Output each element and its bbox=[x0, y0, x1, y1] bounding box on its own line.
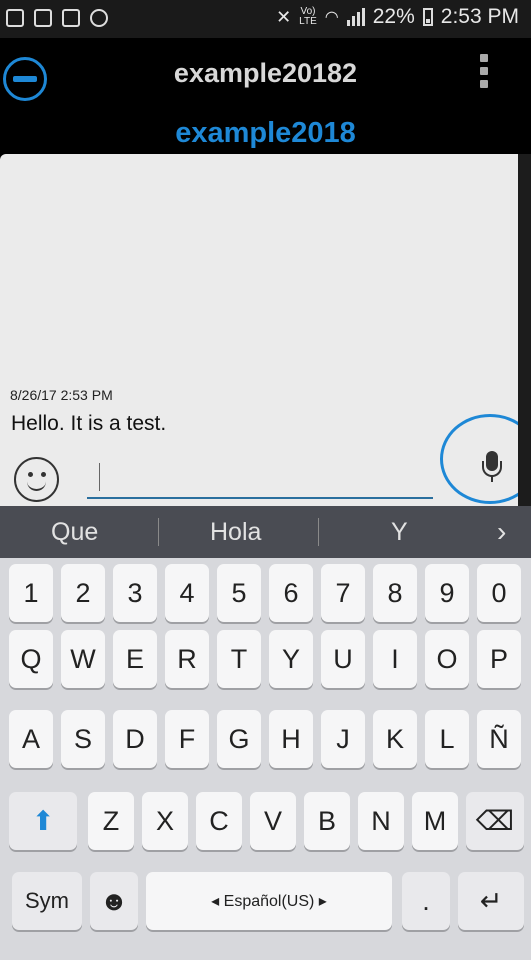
key-u[interactable]: U bbox=[321, 630, 365, 688]
emoji-eye bbox=[28, 472, 33, 477]
emoji-key[interactable]: ☻ bbox=[90, 872, 138, 930]
app-title: example20182 bbox=[173, 58, 358, 88]
screen-edge bbox=[518, 154, 531, 506]
overflow-menu-icon[interactable] bbox=[479, 54, 489, 88]
key-n-tilde[interactable]: Ñ bbox=[477, 710, 521, 768]
key-d[interactable]: D bbox=[113, 710, 157, 768]
chat-area[interactable]: 8/26/17 2:53 PM Hello. It is a test. bbox=[0, 154, 531, 506]
shift-key[interactable]: ⬆ bbox=[9, 792, 77, 850]
suggestion-hola[interactable]: Hola bbox=[210, 518, 261, 547]
key-i[interactable]: I bbox=[373, 630, 417, 688]
mute-icon: ✕ bbox=[276, 6, 292, 27]
key-n[interactable]: N bbox=[358, 792, 404, 850]
key-9[interactable]: 9 bbox=[425, 564, 469, 622]
key-5[interactable]: 5 bbox=[217, 564, 261, 622]
key-6[interactable]: 6 bbox=[269, 564, 313, 622]
volte-indicator: Vo) LTE bbox=[299, 7, 317, 27]
key-c[interactable]: C bbox=[196, 792, 242, 850]
signal-icon bbox=[346, 8, 365, 26]
wifi-icon: ◠ bbox=[324, 9, 339, 26]
key-b[interactable]: B bbox=[304, 792, 350, 850]
key-s[interactable]: S bbox=[61, 710, 105, 768]
key-1[interactable]: 1 bbox=[9, 564, 53, 622]
key-2[interactable]: 2 bbox=[61, 564, 105, 622]
contact-header: example2018 bbox=[0, 110, 531, 156]
key-t[interactable]: T bbox=[217, 630, 261, 688]
key-h[interactable]: H bbox=[269, 710, 313, 768]
key-w[interactable]: W bbox=[61, 630, 105, 688]
key-7[interactable]: 7 bbox=[321, 564, 365, 622]
message-input[interactable] bbox=[87, 457, 433, 499]
key-8[interactable]: 8 bbox=[373, 564, 417, 622]
key-r[interactable]: R bbox=[165, 630, 209, 688]
status-time: 2:53 PM bbox=[440, 5, 519, 28]
suggestion-divider bbox=[318, 518, 319, 546]
message-text: Hello. It is a test. bbox=[11, 412, 167, 435]
enter-key[interactable]: ↵ bbox=[458, 872, 524, 930]
microphone-base bbox=[491, 476, 493, 482]
microphone-stand bbox=[482, 461, 502, 477]
battery-percent: 22% bbox=[372, 5, 415, 28]
whatsapp-icon bbox=[90, 9, 108, 27]
key-3[interactable]: 3 bbox=[113, 564, 157, 622]
suggestion-divider bbox=[158, 518, 159, 546]
chevron-right-icon[interactable]: › bbox=[497, 516, 506, 548]
key-e[interactable]: E bbox=[113, 630, 157, 688]
message-notification-icon bbox=[62, 9, 80, 27]
suggestion-y[interactable]: Y bbox=[391, 518, 408, 547]
key-l[interactable]: L bbox=[425, 710, 469, 768]
battery-icon bbox=[422, 8, 433, 26]
key-q[interactable]: Q bbox=[9, 630, 53, 688]
key-f[interactable]: F bbox=[165, 710, 209, 768]
notification-icon bbox=[6, 9, 24, 27]
emoji-mouth bbox=[27, 480, 46, 491]
key-a[interactable]: A bbox=[9, 710, 53, 768]
status-bar: ✕ Vo) LTE ◠ 22% 2:53 PM bbox=[0, 0, 531, 38]
key-0[interactable]: 0 bbox=[477, 564, 521, 622]
emoji-button[interactable] bbox=[14, 457, 59, 502]
key-y[interactable]: Y bbox=[269, 630, 313, 688]
key-v[interactable]: V bbox=[250, 792, 296, 850]
period-key[interactable]: . bbox=[402, 872, 450, 930]
sym-key[interactable]: Sym bbox=[12, 872, 82, 930]
suggestion-bar: Que Hola Y › bbox=[0, 506, 531, 558]
contact-name[interactable]: example2018 bbox=[0, 117, 531, 150]
space-key[interactable]: ◂ Español(US) ▸ bbox=[146, 872, 392, 930]
key-x[interactable]: X bbox=[142, 792, 188, 850]
app-bar: example20182 bbox=[0, 38, 531, 110]
message-timestamp: 8/26/17 2:53 PM bbox=[10, 387, 113, 403]
keyboard: 1 2 3 4 5 6 7 8 9 0 Q W E R T Y U I O P … bbox=[0, 558, 531, 960]
lte-label: LTE bbox=[299, 16, 317, 27]
key-z[interactable]: Z bbox=[88, 792, 134, 850]
emoji-eye bbox=[41, 472, 46, 477]
key-4[interactable]: 4 bbox=[165, 564, 209, 622]
backspace-key[interactable]: ⌫ bbox=[466, 792, 524, 850]
storage-icon bbox=[34, 9, 52, 27]
key-p[interactable]: P bbox=[477, 630, 521, 688]
key-g[interactable]: G bbox=[217, 710, 261, 768]
key-j[interactable]: J bbox=[321, 710, 365, 768]
key-o[interactable]: O bbox=[425, 630, 469, 688]
key-m[interactable]: M bbox=[412, 792, 458, 850]
suggestion-que[interactable]: Que bbox=[51, 518, 98, 547]
key-k[interactable]: K bbox=[373, 710, 417, 768]
